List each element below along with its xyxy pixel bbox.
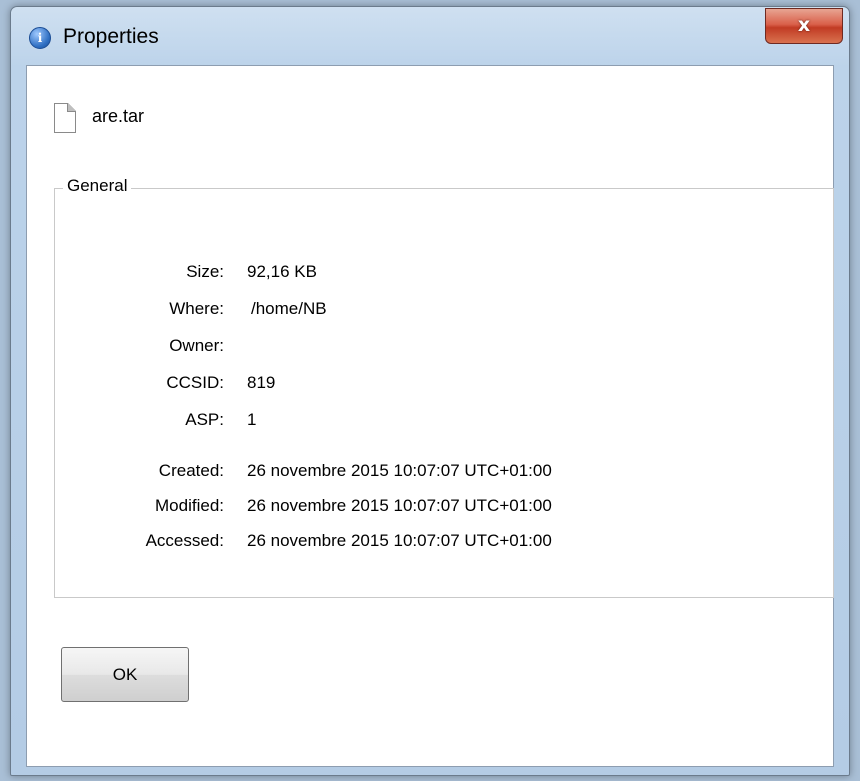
- ccsid-label: CCSID:: [166, 373, 224, 392]
- dialog-content: are.tar General Size: 92,16 KB Where: /h…: [26, 65, 834, 767]
- modified-row: Modified: 26 novembre 2015 10:07:07 UTC+…: [55, 496, 835, 518]
- group-legend: General: [63, 176, 132, 196]
- asp-value: 1: [247, 410, 257, 429]
- owner-row: Owner:: [55, 336, 835, 358]
- file-name: are.tar: [92, 106, 145, 126]
- accessed-label: Accessed:: [145, 531, 224, 550]
- general-group: General Size: 92,16 KB Where: /home/NB O…: [54, 176, 835, 598]
- close-icon: x: [797, 14, 811, 36]
- asp-row: ASP: 1: [55, 410, 835, 432]
- created-label: Created:: [158, 461, 224, 480]
- created-row: Created: 26 novembre 2015 10:07:07 UTC+0…: [55, 461, 835, 483]
- modified-label: Modified:: [155, 496, 224, 515]
- properties-dialog: i Properties x are.tar General Size: 92,…: [10, 6, 850, 776]
- ccsid-row: CCSID: 819: [55, 373, 835, 395]
- size-label: Size:: [186, 262, 224, 281]
- where-value: /home/NB: [251, 299, 327, 318]
- size-row: Size: 92,16 KB: [55, 262, 835, 284]
- ccsid-value: 819: [247, 373, 276, 392]
- where-label: Where:: [169, 299, 224, 318]
- size-value: 92,16 KB: [247, 262, 317, 281]
- file-icon: [54, 103, 76, 133]
- where-row: Where: /home/NB: [55, 299, 835, 321]
- window-title: Properties: [63, 25, 159, 48]
- ok-button[interactable]: OK: [61, 647, 189, 702]
- asp-label: ASP:: [185, 410, 224, 429]
- accessed-row: Accessed: 26 novembre 2015 10:07:07 UTC+…: [55, 531, 835, 553]
- accessed-value: 26 novembre 2015 10:07:07 UTC+01:00: [247, 531, 552, 550]
- title-bar[interactable]: i Properties x: [11, 7, 849, 65]
- modified-value: 26 novembre 2015 10:07:07 UTC+01:00: [247, 496, 552, 515]
- info-icon: i: [29, 27, 51, 49]
- close-button[interactable]: x: [765, 8, 843, 44]
- created-value: 26 novembre 2015 10:07:07 UTC+01:00: [247, 461, 552, 480]
- owner-label: Owner:: [169, 336, 224, 355]
